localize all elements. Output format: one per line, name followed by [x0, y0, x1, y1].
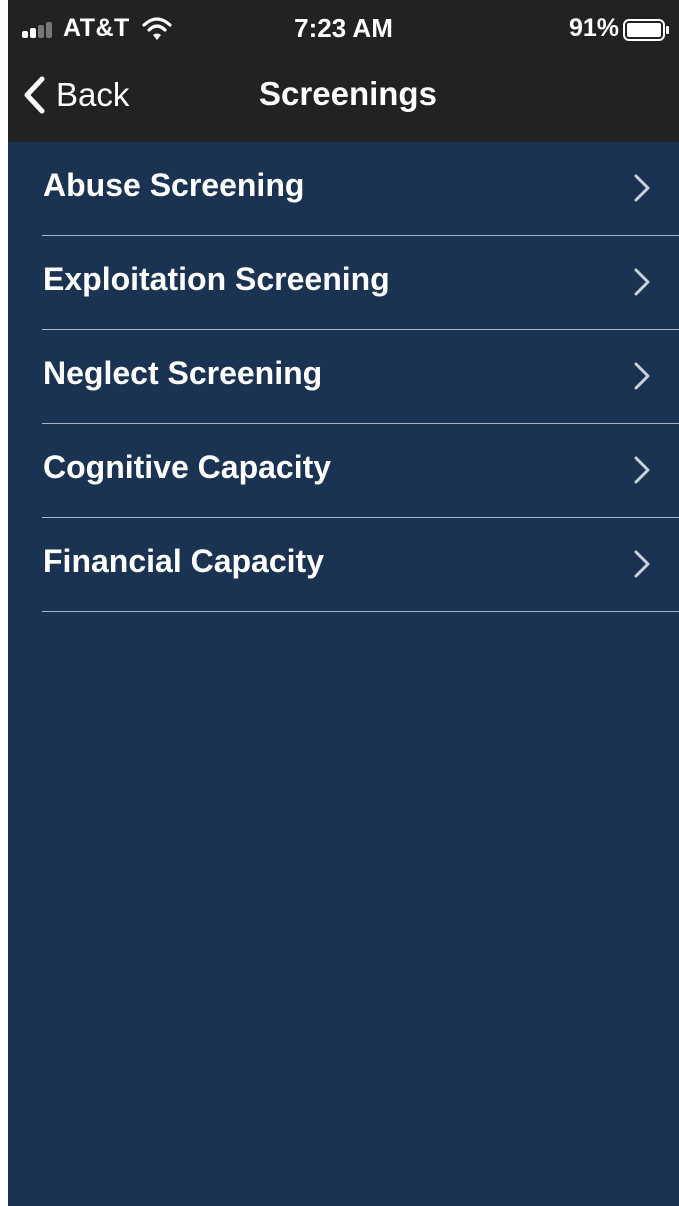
chevron-right-icon [634, 362, 650, 390]
list-item-label: Neglect Screening [43, 355, 323, 391]
list-item-financial-capacity[interactable]: Financial Capacity [8, 518, 679, 612]
list-item-cognitive-capacity[interactable]: Cognitive Capacity [8, 424, 679, 518]
chevron-right-icon [634, 174, 650, 202]
list-item-label: Abuse Screening [43, 167, 305, 203]
chevron-right-icon [634, 456, 650, 484]
header-area: AT&T 7:23 AM 91% Back Screenings [8, 0, 679, 142]
list-item-exploitation-screening[interactable]: Exploitation Screening [8, 236, 679, 330]
navigation-bar: Back Screenings [8, 56, 679, 142]
status-bar: AT&T 7:23 AM 91% [8, 0, 679, 56]
screenings-list: Abuse Screening Exploitation Screening N… [8, 142, 679, 612]
list-item-label: Cognitive Capacity [43, 449, 332, 485]
battery-icon [623, 19, 669, 41]
list-item-label: Exploitation Screening [43, 261, 390, 297]
screen: AT&T 7:23 AM 91% Back Screenings Abuse S… [8, 0, 679, 1206]
list-item-neglect-screening[interactable]: Neglect Screening [8, 330, 679, 424]
battery-percent: 91% [568, 14, 619, 42]
chevron-right-icon [634, 268, 650, 296]
list-item-abuse-screening[interactable]: Abuse Screening [8, 142, 679, 236]
chevron-right-icon [634, 550, 650, 578]
page-title: Screenings [259, 75, 437, 112]
list-item-label: Financial Capacity [43, 543, 324, 579]
